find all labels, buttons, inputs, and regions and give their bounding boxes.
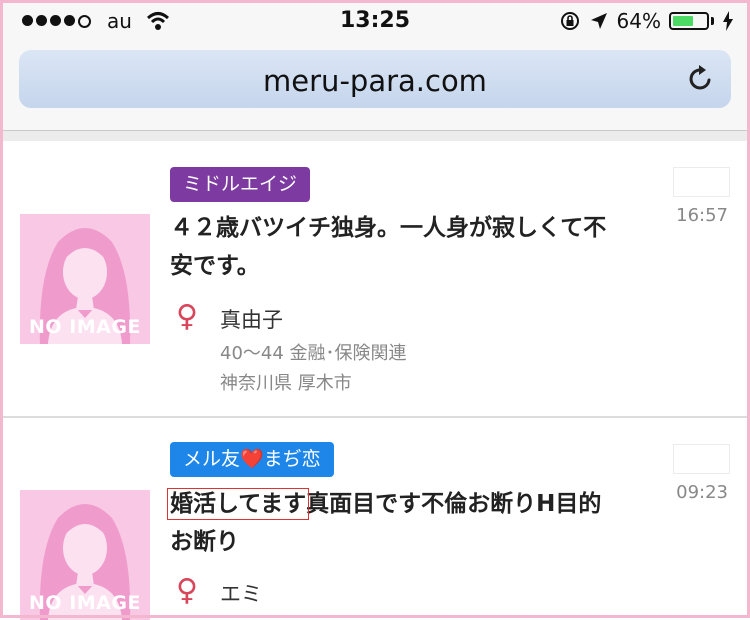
post-time: 16:57 [676,205,728,226]
section-gap [0,131,750,141]
no-image-label: NO IMAGE [29,592,141,614]
no-image-label: NO IMAGE [29,316,141,338]
poster-name: エミ [220,582,262,606]
browser-toolbar: meru-para.com [0,42,750,131]
female-icon: ♀ [176,299,198,334]
battery-percentage: 64% [616,9,661,33]
status-bar: au 13:25 64% [0,0,750,42]
battery-tip [711,17,714,25]
post-time: 09:23 [676,482,728,503]
category-tag: メル友❤️まぢ恋 [170,442,334,477]
category-tag: ミドルエイジ [170,167,311,202]
poster-location: 神奈川県 厚木市 [220,373,352,394]
list-item[interactable]: ミドルエイジ 16:57 NO IMAGE ４２歳バツイチ独身。一人身が寂しくて… [0,141,750,416]
new-badge [673,444,730,474]
rotation-lock-icon [560,12,579,30]
battery-icon [669,12,709,30]
reload-icon[interactable] [685,64,715,94]
new-badge [673,167,730,197]
url-text: meru-para.com [263,64,487,98]
address-bar[interactable]: meru-para.com [19,50,731,108]
post-title[interactable]: 婚活してます真面目です不倫お断りH目的お断り [166,485,620,561]
poster-name: 真由子 [220,308,283,332]
charging-bolt-icon [723,11,733,31]
highlighted-phrase: 婚活してます [166,488,310,520]
poster-age-job: 40～44 金融･保険関連 [220,343,407,364]
avatar: NO IMAGE [20,490,150,620]
post-title[interactable]: ４２歳バツイチ独身。一人身が寂しくて不安です。 [170,209,620,285]
location-arrow-icon [590,13,607,29]
list-item[interactable]: メル友❤️まぢ恋 09:23 NO IMAGE 婚活してます真面目です不倫お断り… [0,418,750,620]
avatar: NO IMAGE [20,214,150,344]
female-icon: ♀ [176,573,198,608]
